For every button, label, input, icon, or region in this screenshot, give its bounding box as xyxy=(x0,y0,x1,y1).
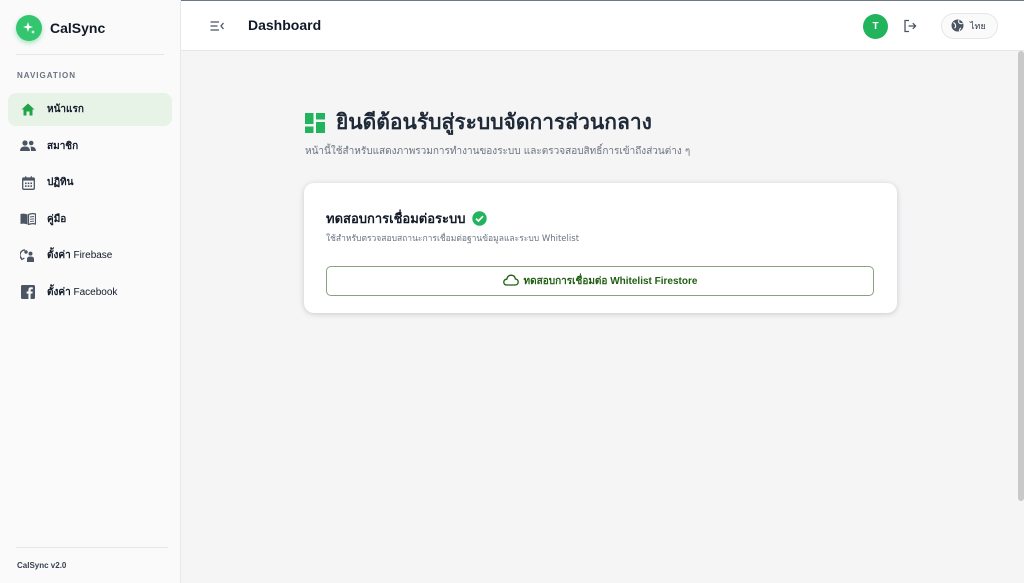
app-shell: CalSync NAVIGATION หน้าแรก สมาชิก ปฏิทิน… xyxy=(0,0,1024,583)
test-whitelist-connection-button[interactable]: ทดสอบการเชื่อมต่อ Whitelist Firestore xyxy=(326,266,874,296)
dashboard-icon xyxy=(305,112,325,133)
welcome-title: ยินดีต้อนรับสู่ระบบจัดการส่วนกลาง xyxy=(336,110,652,134)
sidebar-item-label: สมาชิก xyxy=(47,140,79,152)
home-icon xyxy=(20,102,36,118)
connection-test-card: ทดสอบการเชื่อมต่อระบบ ใช้สำหรับตรวจสอบสถ… xyxy=(304,183,897,313)
nav-list: หน้าแรก สมาชิก ปฏิทิน คู่มือ ตั้งค่า Fir… xyxy=(8,93,172,312)
sidebar-item-firebase-settings[interactable]: ตั้งค่า Firebase xyxy=(8,239,172,272)
brand-name: CalSync xyxy=(50,20,106,36)
sidebar-footer-divider xyxy=(16,547,168,548)
page-title: Dashboard xyxy=(248,17,322,33)
sidebar: CalSync NAVIGATION หน้าแรก สมาชิก ปฏิทิน… xyxy=(0,0,181,583)
brand[interactable]: CalSync xyxy=(16,14,105,42)
sidebar-item-label: ปฏิทิน xyxy=(47,177,74,188)
test-button-label: ทดสอบการเชื่อมต่อ Whitelist Firestore xyxy=(523,275,698,287)
globe-icon xyxy=(951,17,964,36)
sidebar-divider xyxy=(16,54,164,55)
top-bar: Dashboard T ไทย xyxy=(181,0,1024,51)
check-circle-icon xyxy=(471,211,487,226)
logout-icon[interactable] xyxy=(902,18,918,34)
app-version: CalSync v2.0 xyxy=(17,561,67,570)
calendar-icon xyxy=(20,175,36,191)
avatar[interactable]: T xyxy=(863,14,888,39)
nav-heading: NAVIGATION xyxy=(17,71,77,80)
sidebar-item-label: คู่มือ xyxy=(47,213,67,225)
menu-collapse-icon[interactable] xyxy=(209,18,225,34)
facebook-icon xyxy=(20,284,36,300)
language-switcher[interactable]: ไทย xyxy=(941,13,998,39)
card-title: ทดสอบการเชื่อมต่อระบบ xyxy=(326,212,466,227)
sidebar-item-home[interactable]: หน้าแรก xyxy=(8,93,172,126)
language-label: ไทย xyxy=(970,21,986,31)
members-icon xyxy=(20,138,36,154)
sparkle-logo-icon xyxy=(16,15,42,41)
sidebar-item-label: ตั้งค่า Facebook xyxy=(47,286,118,298)
book-icon xyxy=(20,211,36,227)
sidebar-item-members[interactable]: สมาชิก xyxy=(8,130,172,163)
card-title-row: ทดสอบการเชื่อมต่อระบบ xyxy=(326,208,487,229)
welcome-heading: ยินดีต้อนรับสู่ระบบจัดการส่วนกลาง xyxy=(305,106,652,139)
sidebar-item-calendar[interactable]: ปฏิทิน xyxy=(8,166,172,199)
welcome-subtitle: หน้านี้ใช้สำหรับแสดงภาพรวมการทำงานของระบ… xyxy=(305,146,691,157)
card-description: ใช้สำหรับตรวจสอบสถานะการเชื่อมต่อฐานข้อม… xyxy=(326,234,580,244)
sidebar-item-facebook-settings[interactable]: ตั้งค่า Facebook xyxy=(8,276,172,309)
sidebar-item-manual[interactable]: คู่มือ xyxy=(8,203,172,236)
cloud-icon xyxy=(502,274,519,289)
sidebar-item-label: หน้าแรก xyxy=(47,104,84,115)
firebase-settings-icon xyxy=(20,248,36,264)
sidebar-item-label: ตั้งค่า Firebase xyxy=(47,250,113,261)
page-scrollbar[interactable] xyxy=(1018,51,1024,501)
